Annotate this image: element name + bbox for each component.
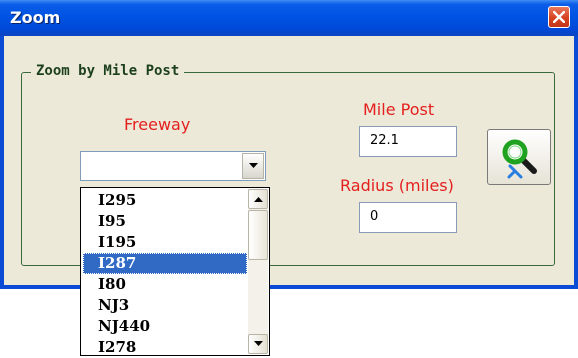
zoom-button[interactable] bbox=[487, 129, 551, 185]
mile-post-label: Mile Post bbox=[363, 100, 435, 119]
mile-post-input[interactable]: 22.1 bbox=[359, 126, 457, 157]
list-item[interactable]: I80 bbox=[83, 274, 247, 295]
window-title: Zoom bbox=[10, 8, 61, 27]
list-item[interactable]: I195 bbox=[83, 232, 247, 253]
chevron-up-icon bbox=[254, 197, 263, 202]
list-item[interactable]: I95 bbox=[83, 211, 247, 232]
magnifier-zoom-icon bbox=[502, 139, 537, 179]
scroll-up-button[interactable] bbox=[248, 189, 268, 209]
list-item[interactable]: NJ3 bbox=[83, 295, 247, 316]
close-button[interactable] bbox=[548, 6, 570, 28]
chevron-down-icon bbox=[254, 341, 263, 346]
list-item[interactable]: I278 bbox=[83, 337, 247, 358]
list-item[interactable]: NJ440 bbox=[83, 316, 247, 337]
list-item-selected[interactable]: I287 bbox=[83, 253, 247, 274]
chevron-down-icon bbox=[249, 163, 258, 168]
freeway-label: Freeway bbox=[124, 115, 191, 134]
freeway-dropdown-button[interactable] bbox=[242, 153, 264, 179]
radius-input[interactable]: 0 bbox=[359, 202, 457, 233]
scroll-thumb[interactable] bbox=[248, 210, 268, 260]
list-scrollbar[interactable] bbox=[248, 189, 268, 354]
scroll-down-button[interactable] bbox=[248, 334, 268, 354]
radius-label: Radius (miles) bbox=[340, 176, 454, 195]
list-item[interactable]: I295 bbox=[83, 190, 247, 211]
close-x-icon bbox=[553, 11, 565, 23]
group-legend: Zoom by Mile Post bbox=[31, 63, 185, 79]
title-bar[interactable]: Zoom bbox=[0, 0, 578, 36]
freeway-combobox[interactable] bbox=[80, 151, 266, 181]
freeway-dropdown-list[interactable]: I295 I95 I195 I287 I80 NJ3 NJ440 I278 bbox=[80, 187, 270, 356]
